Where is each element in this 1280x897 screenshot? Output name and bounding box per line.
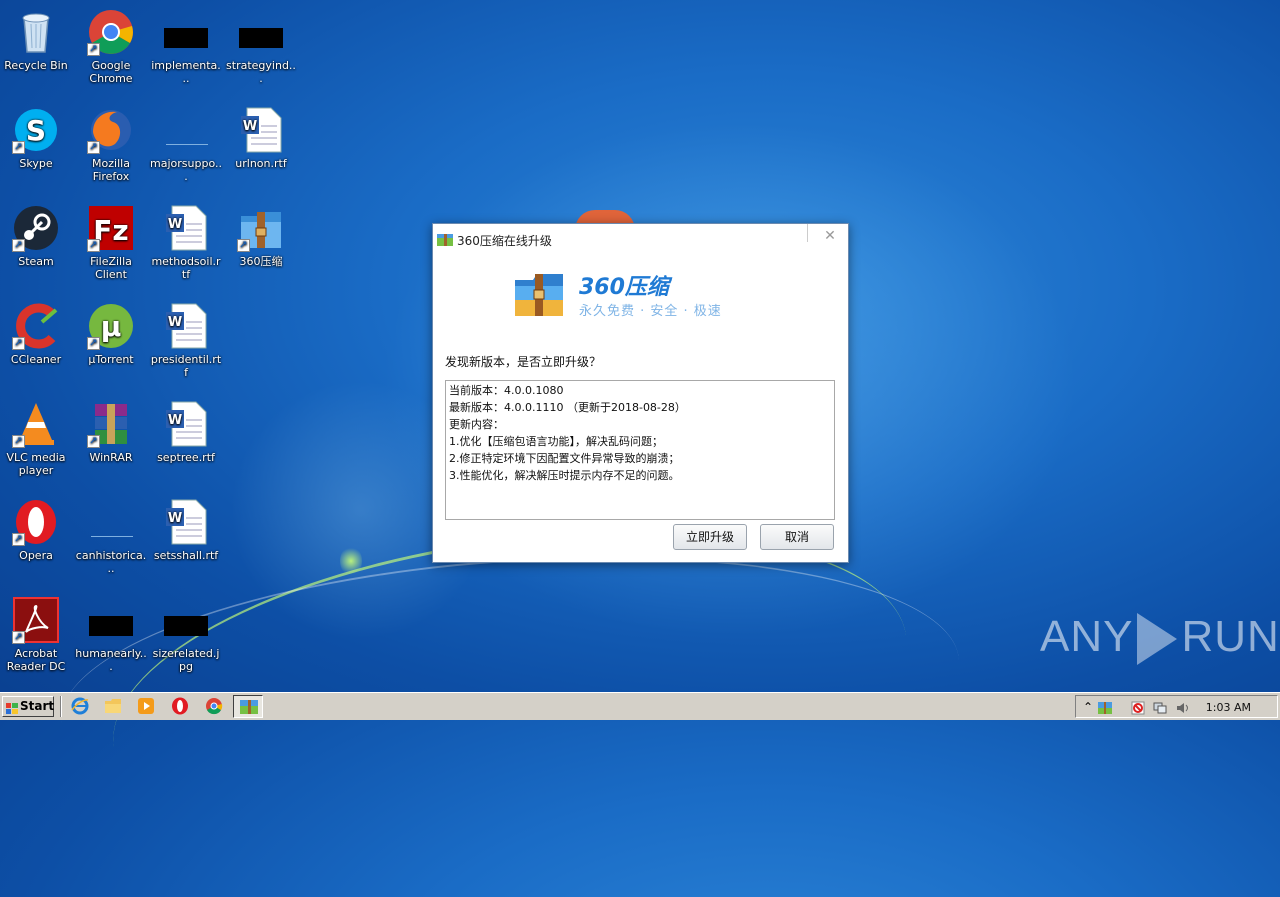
word-document-icon: W — [162, 204, 210, 252]
desktop-icon-acrobat[interactable]: ↗ Acrobat Reader DC — [0, 596, 72, 673]
360zip-logo-icon — [513, 270, 565, 318]
svg-text:W: W — [168, 315, 182, 330]
close-button[interactable]: ✕ — [822, 228, 838, 244]
chrome-icon[interactable] — [205, 697, 223, 715]
winrar-icon: ↗ — [87, 400, 135, 448]
desktop-icon-skype[interactable]: S ↗ Skype — [0, 106, 72, 170]
word-document-icon: W — [162, 302, 210, 350]
desktop-icon-ccleaner[interactable]: ↗ CCleaner — [0, 302, 72, 366]
start-button[interactable]: Start — [2, 696, 54, 717]
desktop-icon-humanearly[interactable]: humanearly... — [75, 596, 147, 673]
opera-icon[interactable] — [171, 697, 189, 715]
desktop-icon-opera[interactable]: ↗ Opera — [0, 498, 72, 562]
explorer-icon[interactable] — [104, 697, 122, 715]
changelog-item: 1.优化【压缩包语言功能】，解决乱码问题； — [449, 435, 663, 448]
current-version-line: 当前版本：4.0.0.1080 — [449, 384, 564, 397]
watermark-right-text: RUN — [1181, 612, 1280, 661]
desktop-icon-canhistorica[interactable]: canhistorica... — [75, 498, 147, 575]
desktop-icon-recycle-bin[interactable]: Recycle Bin — [0, 8, 72, 72]
changelog-item: 2.修正特定环境下因配置文件异常导致的崩溃； — [449, 452, 680, 465]
desktop-icon-sizerelated[interactable]: sizerelated.jpg — [150, 596, 222, 673]
image-thumbnail-icon — [162, 596, 210, 644]
360zip-icon — [437, 231, 453, 246]
brand-name: 360压缩 — [579, 275, 669, 300]
file-thumbnail-icon — [87, 596, 135, 644]
upgrade-question: 发现新版本，是否立即升级？ — [445, 355, 602, 369]
desktop-icon-firefox[interactable]: ↗ Mozilla Firefox — [75, 106, 147, 183]
svg-text:µ: µ — [101, 310, 122, 343]
360zip-icon: ↗ — [237, 204, 285, 252]
desktop-icon-setsshall[interactable]: W setsshall.rtf — [150, 498, 222, 562]
svg-text:W: W — [168, 217, 182, 232]
chevron-up-icon[interactable]: ⌃ — [1081, 700, 1095, 714]
desktop-icon-septree[interactable]: W septree.rtf — [150, 400, 222, 464]
firefox-icon: ↗ — [87, 106, 135, 154]
taskbar-button-360zip[interactable] — [233, 695, 263, 718]
changelog-heading: 更新内容： — [449, 418, 504, 431]
system-tray: ⌃ 1:03 AM — [1075, 695, 1278, 718]
360zip-icon — [240, 698, 258, 718]
desktop-icon-winrar[interactable]: ↗ WinRAR — [75, 400, 147, 464]
word-document-icon: W — [162, 400, 210, 448]
desktop-icon-implementa[interactable]: implementa... — [150, 8, 222, 85]
anyrun-watermark: ANY RUN — [1040, 612, 1280, 672]
desktop-icon-steam[interactable]: ↗ Steam — [0, 204, 72, 268]
word-document-icon: W — [237, 106, 285, 154]
file-thumbnail-icon — [87, 498, 135, 546]
watermark-left-text: ANY — [1040, 612, 1134, 661]
taskbar: Start ⌃ 1:03 AM — [0, 692, 1280, 720]
recycle-bin-icon — [12, 8, 60, 56]
changelog-item: 3.性能优化，解决解压时提示内存不足的问题。 — [449, 469, 680, 482]
upgrade-now-button[interactable]: 立即升级 — [673, 524, 747, 550]
desktop-icon-360zip[interactable]: ↗ 360压缩 — [225, 204, 297, 268]
desktop-icon-majorsuppo[interactable]: majorsuppo... — [150, 106, 222, 183]
filezilla-icon: Fz ↗ — [87, 204, 135, 252]
desktop-icon-urlnon[interactable]: W urlnon.rtf — [225, 106, 297, 170]
ccleaner-icon: ↗ — [12, 302, 60, 350]
desktop-icon-chrome[interactable]: ↗ Google Chrome — [75, 8, 147, 85]
steam-icon: ↗ — [12, 204, 60, 252]
windows-flag-icon — [6, 701, 18, 714]
360zip-tray-icon[interactable] — [1098, 700, 1112, 714]
file-thumbnail-icon — [162, 106, 210, 154]
upgrade-dialog: 360压缩在线升级 ✕ 360压缩 永久免费 · 安全 · 极速 发现新版本，是… — [432, 223, 849, 563]
volume-icon[interactable] — [1176, 700, 1190, 714]
ie-icon[interactable] — [71, 697, 89, 715]
desktop-icon-utorrent[interactable]: µ ↗ µTorrent — [75, 302, 147, 366]
svg-text:W: W — [243, 119, 257, 134]
dialog-titlebar: 360压缩在线升级 ✕ — [433, 224, 848, 252]
file-thumbnail-icon — [162, 8, 210, 56]
desktop-icon-filezilla[interactable]: Fz ↗ FileZilla Client — [75, 204, 147, 281]
word-document-icon: W — [162, 498, 210, 546]
vlc-icon: ↗ — [12, 400, 60, 448]
svg-text:W: W — [168, 511, 182, 526]
cancel-button[interactable]: 取消 — [760, 524, 834, 550]
brand-slogan: 永久免费 · 安全 · 极速 — [579, 304, 722, 319]
desktop-icon-methodsoil[interactable]: W methodsoil.rtf — [150, 204, 222, 281]
play-icon — [1137, 613, 1178, 666]
svg-text:W: W — [168, 413, 182, 428]
utorrent-icon: µ ↗ — [87, 302, 135, 350]
clock[interactable]: 1:03 AM — [1206, 701, 1251, 714]
acrobat-icon: ↗ — [12, 596, 60, 644]
desktop-icon-vlc[interactable]: ↗ VLC media player — [0, 400, 72, 477]
skype-icon: S ↗ — [12, 106, 60, 154]
latest-version-line: 最新版本：4.0.0.1110 （更新于2018-08-28） — [449, 401, 686, 414]
start-label: Start — [20, 699, 55, 713]
antivirus-icon[interactable] — [1131, 700, 1145, 715]
svg-text:S: S — [26, 114, 46, 147]
chrome-icon: ↗ — [87, 8, 135, 56]
file-thumbnail-icon — [237, 8, 285, 56]
desktop-icon-strategyind[interactable]: strategyind... — [225, 8, 297, 85]
opera-icon: ↗ — [12, 498, 60, 546]
desktop-icon-presidentil[interactable]: W presidentil.rtf — [150, 302, 222, 379]
dialog-title: 360压缩在线升级 — [457, 234, 552, 248]
version-details-box: 当前版本：4.0.0.1080 最新版本：4.0.0.1110 （更新于2018… — [445, 380, 835, 520]
media-player-icon[interactable] — [137, 697, 155, 715]
network-icon[interactable] — [1153, 700, 1167, 714]
brand-header: 360压缩 永久免费 · 安全 · 极速 — [513, 270, 763, 319]
